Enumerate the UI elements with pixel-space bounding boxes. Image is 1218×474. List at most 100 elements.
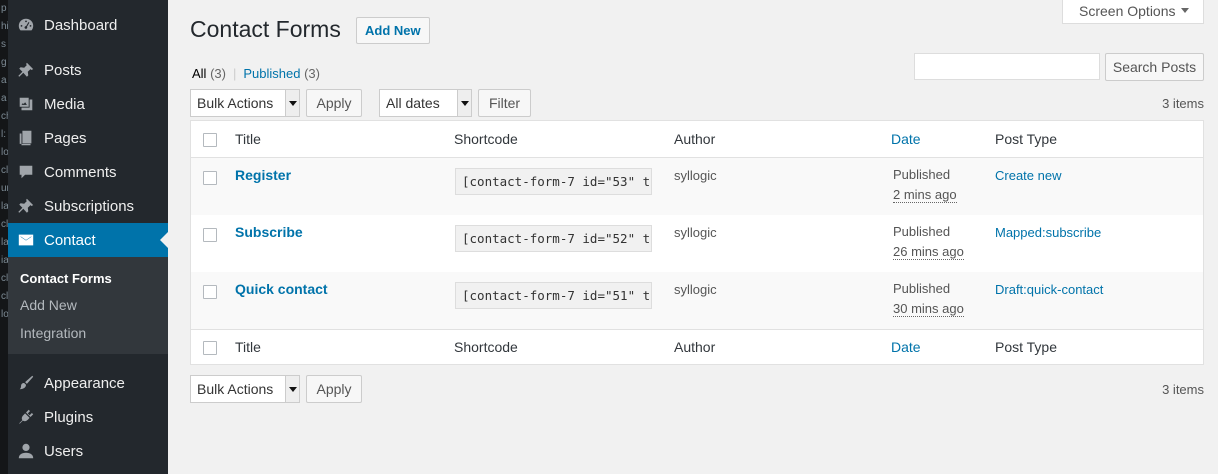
add-new-button[interactable]: Add New [356, 17, 430, 44]
row-checkbox[interactable] [203, 228, 217, 242]
date-filter-value: All dates [386, 95, 440, 111]
search-input[interactable] [914, 53, 1100, 80]
strip-glyph: hi [1, 21, 8, 32]
sidebar-item-dashboard[interactable]: Dashboard [8, 8, 168, 42]
apply-button-top[interactable]: Apply [306, 89, 362, 117]
row-author: syllogic [674, 225, 717, 240]
screen-options-button[interactable]: Screen Options [1062, 0, 1204, 24]
column-title-footer[interactable]: Title [235, 339, 261, 355]
row-date: Published 30 mins ago [893, 279, 964, 319]
chevron-down-icon [1181, 8, 1189, 13]
column-date[interactable]: Date [891, 131, 921, 147]
dashboard-icon [16, 15, 36, 35]
sidebar-item-label: Plugins [44, 408, 94, 426]
sidebar-item-subscriptions[interactable]: Subscriptions [8, 189, 168, 223]
row-date-ago: 2 mins ago [893, 187, 957, 203]
sidebar-item-plugins[interactable]: Plugins [8, 400, 168, 434]
sidebar-item-label: Posts [44, 61, 82, 79]
chevron-down-icon [457, 90, 471, 116]
sidebar-item-media[interactable]: Media [8, 87, 168, 121]
row-checkbox[interactable] [203, 285, 217, 299]
column-post-type: Post Type [995, 131, 1058, 147]
strip-glyph: la [1, 201, 8, 212]
row-post-type-link[interactable]: Mapped:subscribe [995, 225, 1101, 240]
select-all-checkbox[interactable] [203, 133, 217, 147]
row-checkbox[interactable] [203, 171, 217, 185]
table-footer-row: Title Shortcode Author Date Post Type [191, 329, 1203, 365]
media-icon [16, 94, 36, 114]
strip-glyph: la [1, 237, 8, 248]
column-date-footer[interactable]: Date [891, 339, 921, 355]
brush-icon [16, 373, 36, 393]
row-date-ago: 30 mins ago [893, 301, 964, 317]
strip-glyph: lo [1, 309, 8, 320]
column-author-footer: Author [674, 339, 716, 355]
sidebar-item-label: Contact [44, 231, 96, 249]
row-post-type-link[interactable]: Draft:quick-contact [995, 282, 1103, 297]
row-status: Published [893, 281, 951, 296]
filter-published-link[interactable]: Published [243, 66, 300, 81]
search-posts-button[interactable]: Search Posts [1105, 53, 1204, 81]
shortcode-field[interactable]: [contact-form-7 id="53" title="Register"… [455, 168, 652, 195]
row-title-link[interactable]: Quick contact [235, 281, 328, 297]
column-shortcode-footer: Shortcode [454, 339, 518, 355]
sidebar-item-comments[interactable]: Comments [8, 155, 168, 189]
items-count-bottom: 3 items [1162, 382, 1204, 397]
row-title-link[interactable]: Subscribe [235, 224, 303, 240]
pin-icon [16, 196, 36, 216]
sidebar-item-pages[interactable]: Pages [8, 121, 168, 155]
sidebar-item-posts[interactable]: Posts [8, 53, 168, 87]
table-row: Quick contact [contact-form-7 id="51" ti… [191, 272, 1203, 329]
contact-submenu: Contact Forms Add New Integration [8, 257, 168, 354]
strip-glyph: cl [1, 165, 8, 176]
strip-glyph: p [1, 3, 7, 14]
submenu-integration[interactable]: Integration [20, 325, 86, 341]
filter-button[interactable]: Filter [478, 89, 531, 117]
sidebar-item-label: Dashboard [44, 16, 118, 34]
select-all-checkbox-footer[interactable] [203, 341, 217, 355]
strip-glyph: ia [1, 255, 8, 266]
sidebar-item-appearance[interactable]: Appearance [8, 366, 168, 400]
row-title-link[interactable]: Register [235, 167, 291, 183]
bulk-actions-select-top[interactable]: Bulk Actions [190, 89, 300, 117]
user-icon [16, 441, 36, 461]
sidebar-item-contact[interactable]: Contact [8, 223, 168, 257]
sidebar-edge-strip: p hi s g a a ch l: lo cl ur la cl la ia … [0, 0, 8, 474]
strip-glyph: l: [1, 129, 6, 140]
filter-published-label: Published [243, 66, 301, 81]
items-count-top: 3 items [1162, 96, 1204, 111]
table-row: Subscribe [contact-form-7 id="52" title=… [191, 215, 1203, 272]
column-title[interactable]: Title [235, 131, 261, 147]
strip-glyph: s [1, 39, 6, 50]
filter-all-count: (3) [210, 66, 226, 81]
contact-forms-table: Title Shortcode Author Date Post Type Re… [190, 120, 1204, 365]
page-title: Contact Forms [190, 16, 341, 42]
sidebar-item-label: Subscriptions [44, 197, 135, 215]
date-filter-select[interactable]: All dates [379, 89, 472, 117]
sidebar-item-label: Comments [44, 163, 117, 181]
sidebar-item-users[interactable]: Users [8, 434, 168, 468]
apply-button-bottom[interactable]: Apply [306, 375, 362, 403]
admin-sidebar: p hi s g a a ch l: lo cl ur la cl la ia … [0, 0, 168, 474]
bulk-actions-value: Bulk Actions [197, 95, 274, 111]
column-post-type-footer: Post Type [995, 339, 1058, 355]
mail-icon [16, 230, 36, 250]
submenu-add-new[interactable]: Add New [20, 297, 77, 313]
main-content: Contact Forms Add New Screen Options All… [168, 0, 1218, 474]
sidebar-item-label: Pages [44, 129, 87, 147]
row-post-type-link[interactable]: Create new [995, 168, 1061, 183]
sidebar-item-label: Media [44, 95, 85, 113]
filter-all-link[interactable]: All (3) [192, 66, 226, 81]
shortcode-field[interactable]: [contact-form-7 id="51" title="Quick con… [455, 282, 652, 309]
submenu-contact-forms[interactable]: Contact Forms [20, 271, 112, 286]
filter-published-count: (3) [304, 66, 320, 81]
pages-icon [16, 128, 36, 148]
table-row: Register [contact-form-7 id="53" title="… [191, 158, 1203, 215]
bulk-actions-select-bottom[interactable]: Bulk Actions [190, 375, 300, 403]
row-date: Published 2 mins ago [893, 165, 957, 205]
screen-options-label: Screen Options [1079, 3, 1176, 19]
shortcode-field[interactable]: [contact-form-7 id="52" title="Subscribe… [455, 225, 652, 252]
row-status: Published [893, 167, 951, 182]
column-shortcode: Shortcode [454, 131, 518, 147]
chevron-down-icon [285, 376, 299, 402]
